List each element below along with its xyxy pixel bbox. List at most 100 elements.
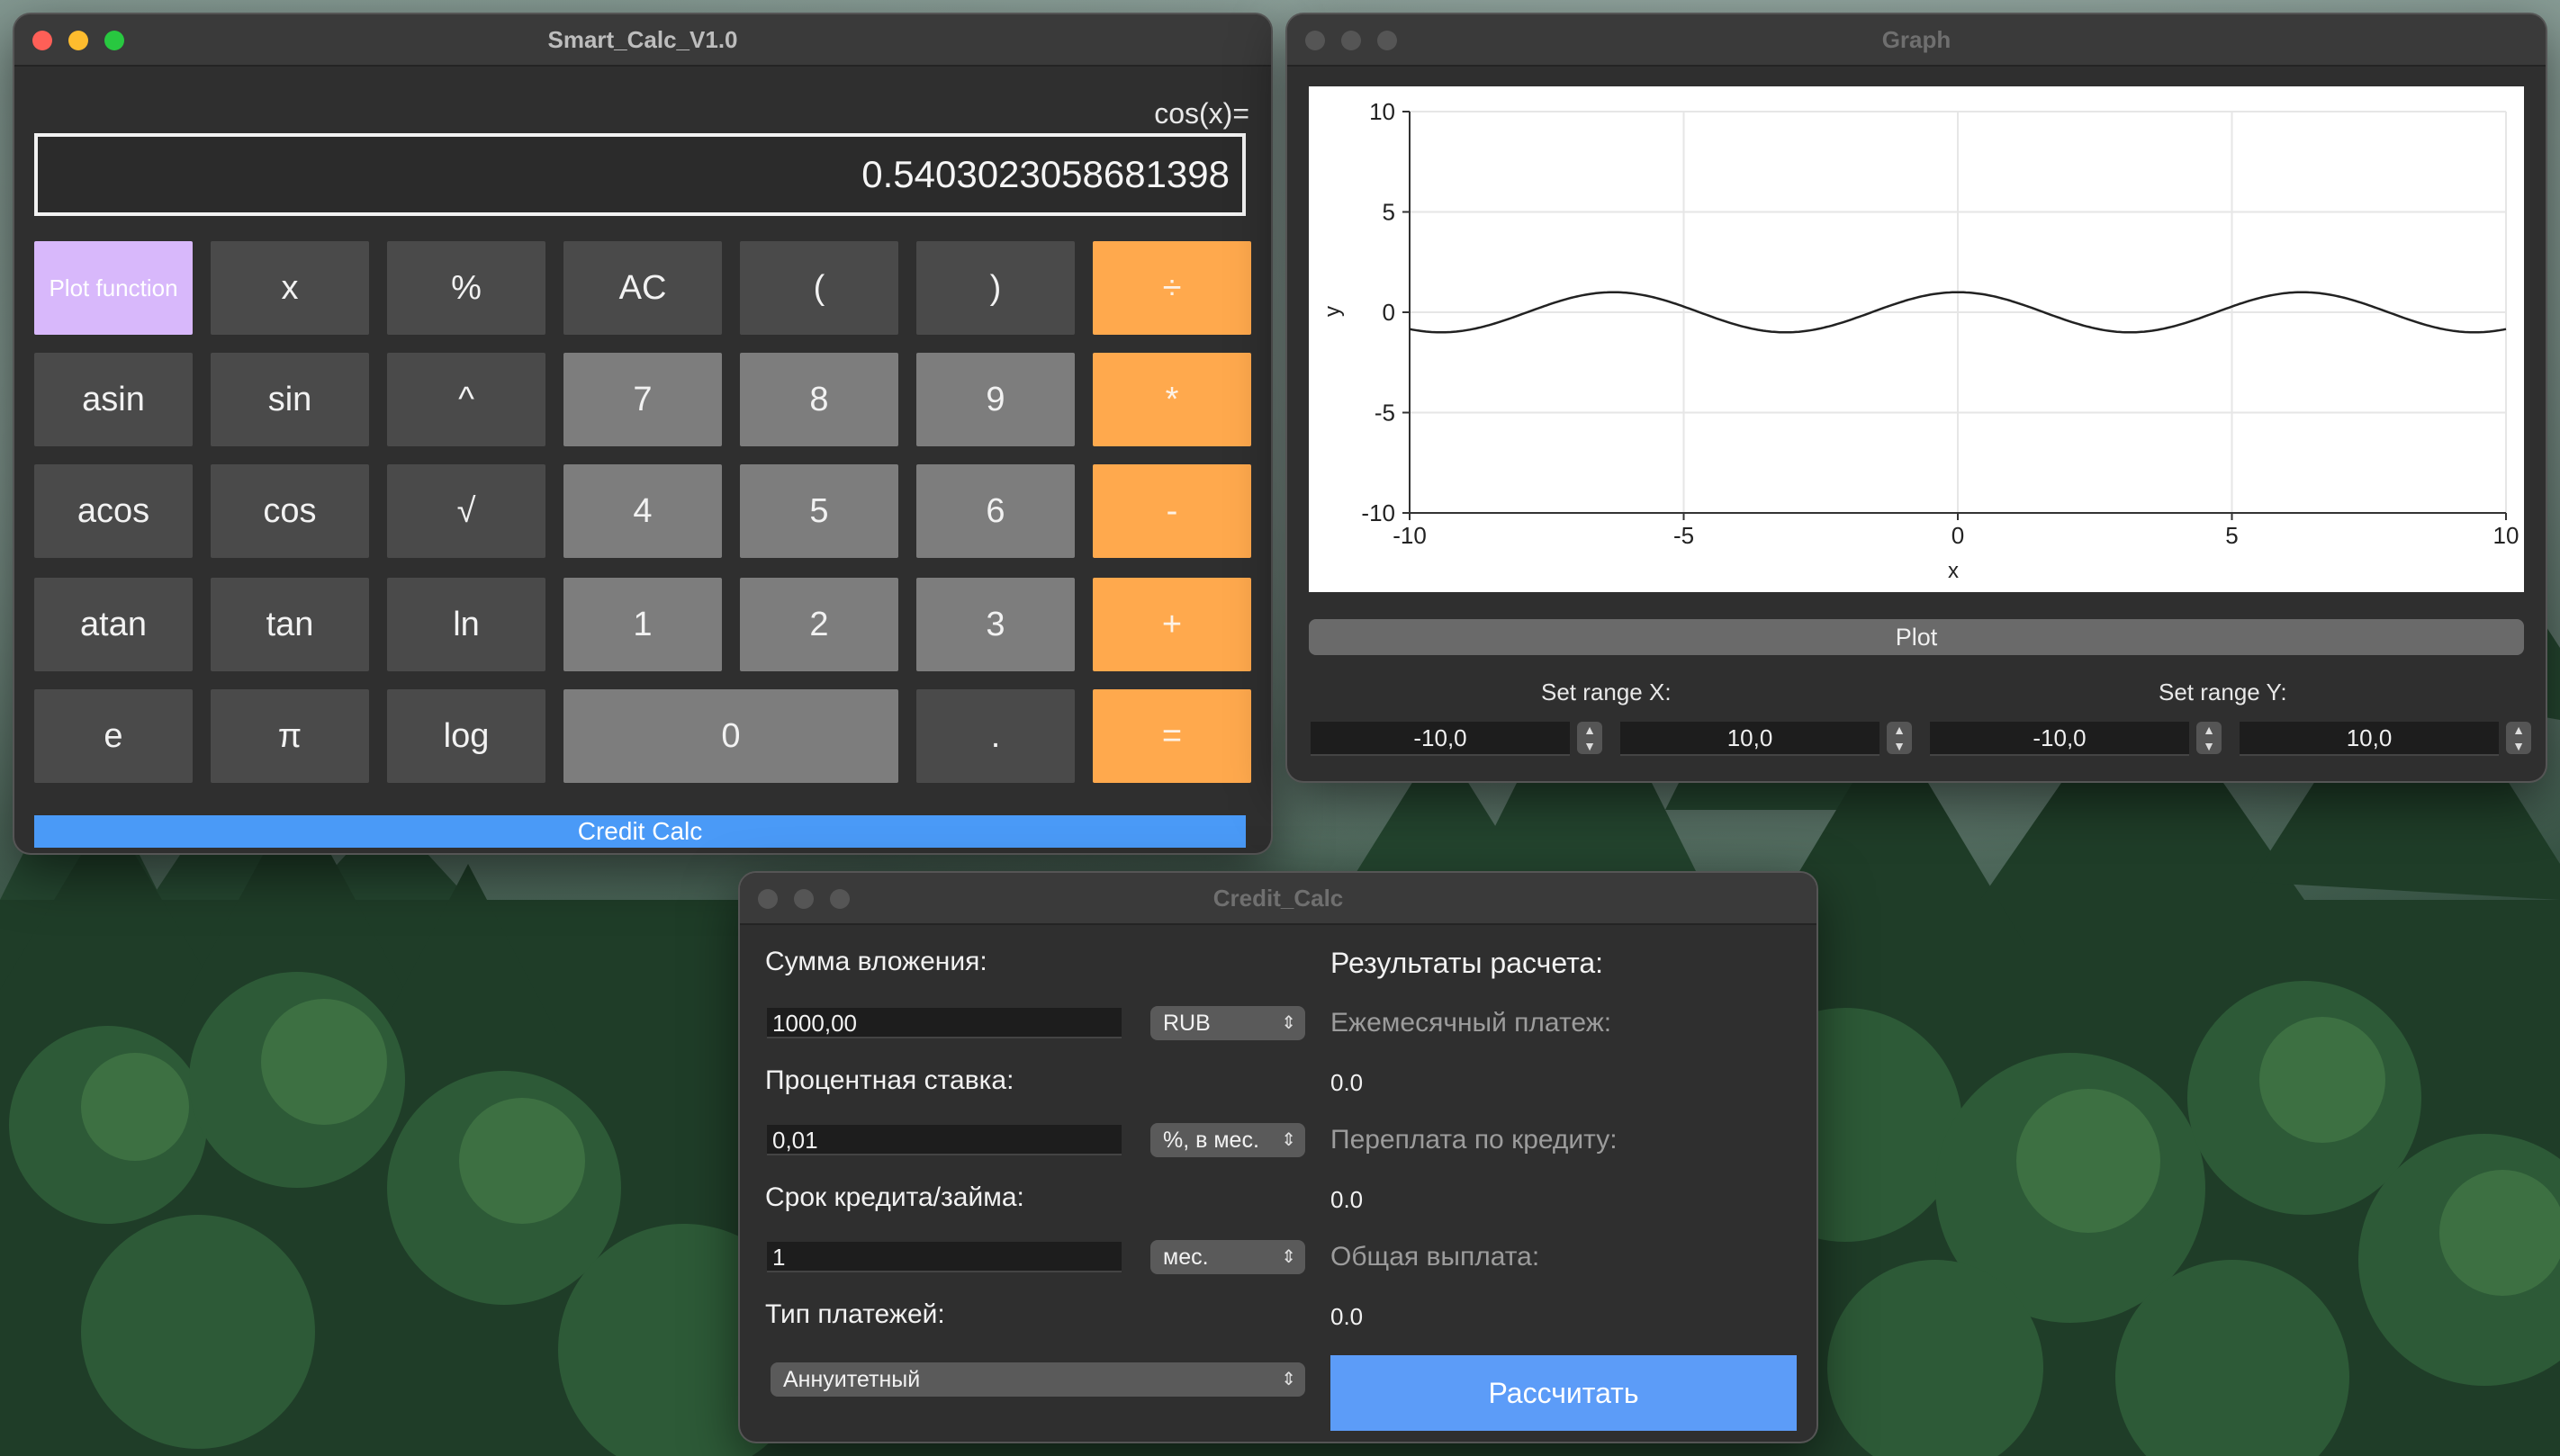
digit-0-button[interactable]: 0 — [563, 689, 898, 783]
atan-button[interactable]: atan — [34, 578, 193, 671]
zoom-button[interactable] — [830, 889, 850, 909]
y-tick-label: 5 — [1383, 199, 1395, 226]
y-tick-label: -5 — [1375, 400, 1395, 427]
calculator-titlebar: Smart_Calc_V1.0 — [14, 14, 1271, 67]
asin-button[interactable]: asin — [34, 353, 193, 446]
digit-5-button[interactable]: 5 — [740, 464, 898, 558]
digit-7-button[interactable]: 7 — [563, 353, 722, 446]
x-max-spinbox[interactable]: 10,0 ▲ ▼ — [1620, 722, 1917, 758]
window-title: Credit_Calc — [1212, 885, 1344, 912]
ln-button[interactable]: ln — [387, 578, 545, 671]
x-tick-label: 10 — [2493, 522, 2519, 549]
amount-input[interactable]: 1000,00 — [767, 1008, 1122, 1038]
x-min-value[interactable]: -10,0 — [1311, 722, 1570, 756]
term-unit-select[interactable]: мес. ⇕ — [1150, 1240, 1305, 1274]
percent-button[interactable]: % — [387, 241, 545, 335]
zoom-button[interactable] — [104, 31, 124, 50]
total-payment-value: 0.0 — [1330, 1303, 1364, 1330]
calculate-button[interactable]: Рассчитать — [1330, 1355, 1797, 1431]
euler-button[interactable]: e — [34, 689, 193, 783]
y-min-value[interactable]: -10,0 — [1930, 722, 2189, 756]
term-unit-value: мес. — [1163, 1245, 1209, 1270]
payment-type-select[interactable]: Аннуитетный ⇕ — [771, 1362, 1305, 1397]
right-paren-button[interactable]: ) — [916, 241, 1075, 335]
stepper-arrows-icon[interactable]: ▲ ▼ — [2196, 722, 2222, 754]
monthly-payment-value: 0.0 — [1330, 1069, 1364, 1096]
stepper-arrows-icon[interactable]: ▲ ▼ — [1887, 722, 1912, 754]
plot-button[interactable]: Plot — [1309, 619, 2524, 655]
digit-9-button[interactable]: 9 — [916, 353, 1075, 446]
stepper-arrows-icon[interactable]: ▲ ▼ — [2506, 722, 2531, 754]
zoom-button[interactable] — [1377, 31, 1397, 50]
overpayment-value: 0.0 — [1330, 1186, 1364, 1213]
amount-label: Сумма вложения: — [765, 947, 987, 976]
decimal-point-button[interactable]: . — [916, 689, 1075, 783]
sqrt-button[interactable]: √ — [387, 464, 545, 558]
y-axis-label: y — [1321, 306, 1345, 317]
credit-titlebar: Credit_Calc — [740, 873, 1816, 925]
term-label: Срок кредита/займа: — [765, 1182, 1024, 1212]
payment-type-label: Тип платежей: — [765, 1299, 945, 1329]
range-y-label: Set range Y: — [2159, 679, 2287, 706]
multiply-button[interactable]: * — [1093, 353, 1251, 446]
close-button[interactable] — [758, 889, 778, 909]
digit-1-button[interactable]: 1 — [563, 578, 722, 671]
sin-button[interactable]: sin — [211, 353, 369, 446]
payment-type-value: Аннуитетный — [783, 1367, 921, 1392]
graph-titlebar: Graph — [1287, 14, 2546, 67]
close-button[interactable] — [32, 31, 52, 50]
up-down-chevron-icon: ⇕ — [1281, 1247, 1296, 1267]
y-max-spinbox[interactable]: 10,0 ▲ ▼ — [2240, 722, 2537, 758]
y-tick-label: 0 — [1383, 299, 1395, 326]
digit-4-button[interactable]: 4 — [563, 464, 722, 558]
y-min-spinbox[interactable]: -10,0 ▲ ▼ — [1930, 722, 2227, 758]
plot-grid — [1409, 111, 2507, 514]
minus-button[interactable]: - — [1093, 464, 1251, 558]
rate-input[interactable]: 0,01 — [767, 1125, 1122, 1155]
stepper-arrows-icon[interactable]: ▲ ▼ — [1577, 722, 1602, 754]
y-tick-label: 10 — [1369, 98, 1395, 125]
tan-button[interactable]: tan — [211, 578, 369, 671]
x-variable-button[interactable]: x — [211, 241, 369, 335]
minimize-button[interactable] — [68, 31, 88, 50]
rate-label: Процентная ставка: — [765, 1065, 1014, 1095]
total-payment-label: Общая выплата: — [1330, 1242, 1540, 1272]
rate-unit-select[interactable]: %, в мес. ⇕ — [1150, 1123, 1305, 1157]
minimize-button[interactable] — [794, 889, 814, 909]
cos-button[interactable]: cos — [211, 464, 369, 558]
up-down-chevron-icon: ⇕ — [1281, 1130, 1296, 1150]
divide-button[interactable]: ÷ — [1093, 241, 1251, 335]
credit-calc-button[interactable]: Credit Calc — [34, 815, 1246, 848]
close-button[interactable] — [1305, 31, 1325, 50]
term-input[interactable]: 1 — [767, 1242, 1122, 1272]
x-tick-label: 0 — [1952, 522, 1964, 549]
x-tick-label: 5 — [2225, 522, 2238, 549]
power-button[interactable]: ^ — [387, 353, 545, 446]
left-paren-button[interactable]: ( — [740, 241, 898, 335]
currency-value: RUB — [1163, 1011, 1211, 1036]
graph-window: Graph -10 -5 0 5 10 10 5 0 -5 -10 x y Plot Set ra… — [1287, 14, 2546, 781]
equals-button[interactable]: = — [1093, 689, 1251, 783]
digit-2-button[interactable]: 2 — [740, 578, 898, 671]
plot-function-button[interactable]: Plot function — [34, 241, 193, 335]
rate-unit-value: %, в мес. — [1163, 1128, 1259, 1153]
pi-button[interactable]: π — [211, 689, 369, 783]
acos-button[interactable]: acos — [34, 464, 193, 558]
digit-3-button[interactable]: 3 — [916, 578, 1075, 671]
y-tick-label: -10 — [1361, 499, 1395, 526]
digit-8-button[interactable]: 8 — [740, 353, 898, 446]
minimize-button[interactable] — [1341, 31, 1361, 50]
x-min-spinbox[interactable]: -10,0 ▲ ▼ — [1311, 722, 1608, 758]
results-label: Результаты расчета: — [1330, 947, 1604, 979]
result-display[interactable]: 0.5403023058681398 — [34, 133, 1246, 216]
digit-6-button[interactable]: 6 — [916, 464, 1075, 558]
currency-select[interactable]: RUB ⇕ — [1150, 1006, 1305, 1040]
plus-button[interactable]: + — [1093, 578, 1251, 671]
log-button[interactable]: log — [387, 689, 545, 783]
x-max-value[interactable]: 10,0 — [1620, 722, 1879, 756]
credit-window: Credit_Calc Сумма вложения: 1000,00 RUB … — [740, 873, 1816, 1442]
all-clear-button[interactable]: AC — [563, 241, 722, 335]
calculator-window: Smart_Calc_V1.0 cos ( x) = 0.54030230586813… — [14, 14, 1271, 853]
y-max-value[interactable]: 10,0 — [2240, 722, 2499, 756]
function-plot[interactable]: -10 -5 0 5 10 10 5 0 -5 -10 x y — [1309, 86, 2524, 592]
